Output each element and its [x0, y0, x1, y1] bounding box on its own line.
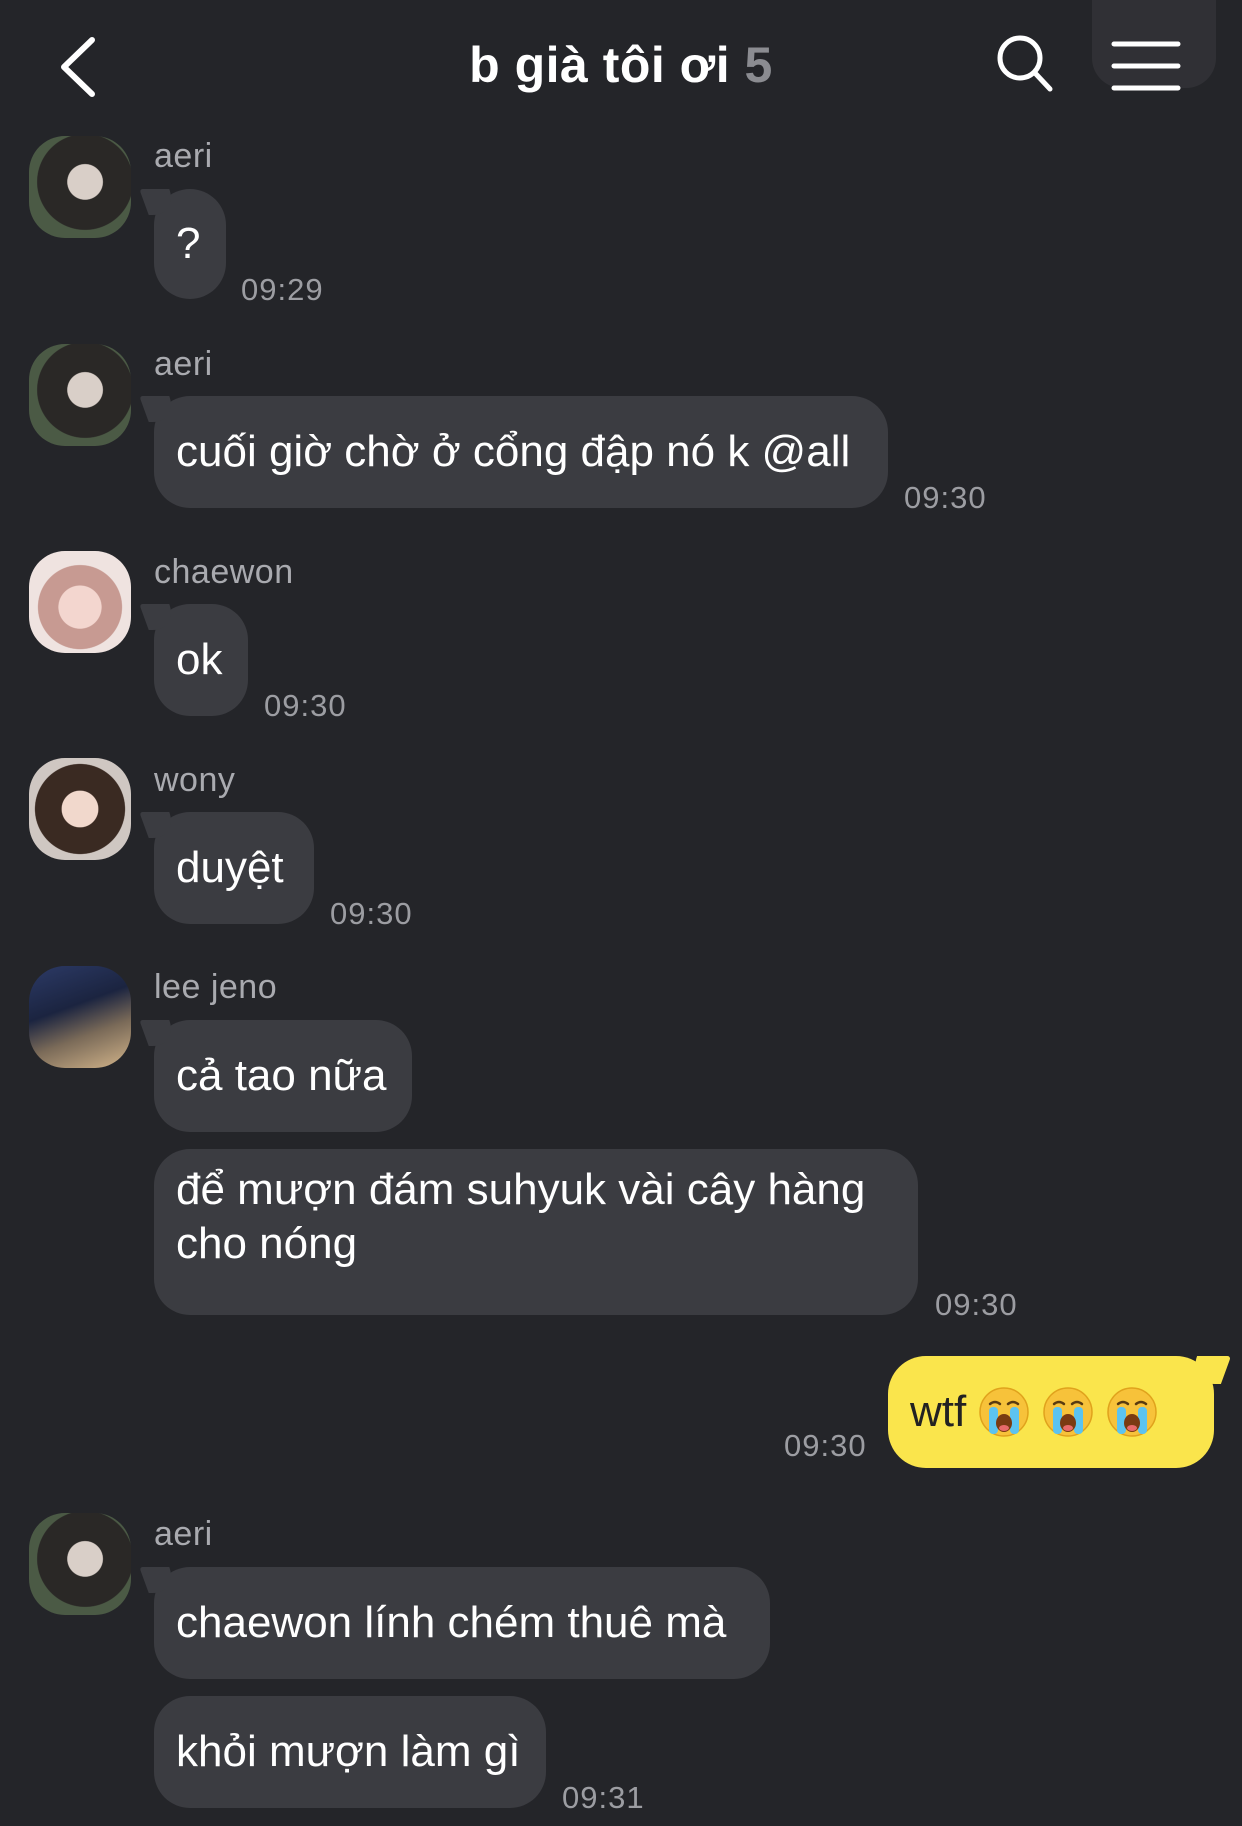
sender-name: chaewon — [154, 553, 294, 591]
message-time: 09:30 — [264, 688, 347, 723]
chat-header: b già tôi ơi 5 — [0, 0, 1242, 134]
message-time: 09:29 — [241, 272, 324, 307]
avatar-aeri[interactable] — [29, 344, 131, 446]
member-count: 5 — [744, 37, 773, 93]
avatar-aeri[interactable] — [29, 1513, 131, 1615]
message-bubble[interactable]: ? — [154, 189, 226, 299]
avatar-wony[interactable] — [29, 758, 131, 860]
sender-name: aeri — [154, 1515, 213, 1553]
loudly-crying-face-icon — [979, 1387, 1029, 1437]
message-time: 09:30 — [935, 1287, 1018, 1322]
message-bubble[interactable]: cả tao nữa — [154, 1020, 412, 1132]
message-time: 09:31 — [562, 1780, 645, 1815]
avatar-chaewon[interactable] — [29, 551, 131, 653]
sender-name: wony — [154, 761, 236, 799]
message-bubble[interactable]: duyệt — [154, 812, 314, 924]
loudly-crying-face-icon — [1043, 1387, 1093, 1437]
message-text: chaewon lính chém thuê mà — [176, 1598, 727, 1647]
message-text: để mượn đám suhyuk vài cây hàng cho nóng — [176, 1165, 866, 1268]
message-bubble[interactable]: khỏi mượn làm gì — [154, 1696, 546, 1808]
message-bubble[interactable]: để mượn đám suhyuk vài cây hàng cho nóng — [154, 1149, 918, 1315]
avatar-aeri[interactable] — [29, 136, 131, 238]
message-text: cuối giờ chờ ở cổng đập nó k @all — [176, 427, 851, 476]
loudly-crying-face-icon — [1107, 1387, 1157, 1437]
message-text: duyệt — [176, 843, 284, 892]
hamburger-menu-icon — [1111, 41, 1181, 91]
message-time: 09:30 — [330, 896, 413, 931]
sender-name: aeri — [154, 137, 213, 175]
sender-name: aeri — [154, 345, 213, 383]
search-icon — [997, 35, 1053, 92]
search-button[interactable] — [995, 32, 1055, 96]
message-bubble[interactable]: chaewon lính chém thuê mà — [154, 1567, 770, 1679]
message-text: ok — [176, 635, 223, 684]
message-text: khỏi mượn làm gì — [176, 1727, 521, 1776]
message-time: 09:30 — [784, 1428, 867, 1463]
avatar-lee-jeno[interactable] — [29, 966, 131, 1068]
my-message-bubble[interactable]: wtf — [888, 1356, 1214, 1468]
message-text: ? — [176, 219, 201, 268]
menu-button[interactable] — [1110, 36, 1182, 96]
sender-name: lee jeno — [154, 968, 278, 1006]
chat-title: b già tôi ơi 5 — [0, 36, 1242, 94]
message-bubble[interactable]: ok — [154, 604, 248, 716]
message-text: wtf — [910, 1387, 967, 1436]
message-time: 09:30 — [904, 480, 987, 515]
message-text: cả tao nữa — [176, 1051, 387, 1100]
message-bubble[interactable]: cuối giờ chờ ở cổng đập nó k @all — [154, 396, 888, 508]
chat-title-text: b già tôi ơi — [469, 37, 731, 93]
